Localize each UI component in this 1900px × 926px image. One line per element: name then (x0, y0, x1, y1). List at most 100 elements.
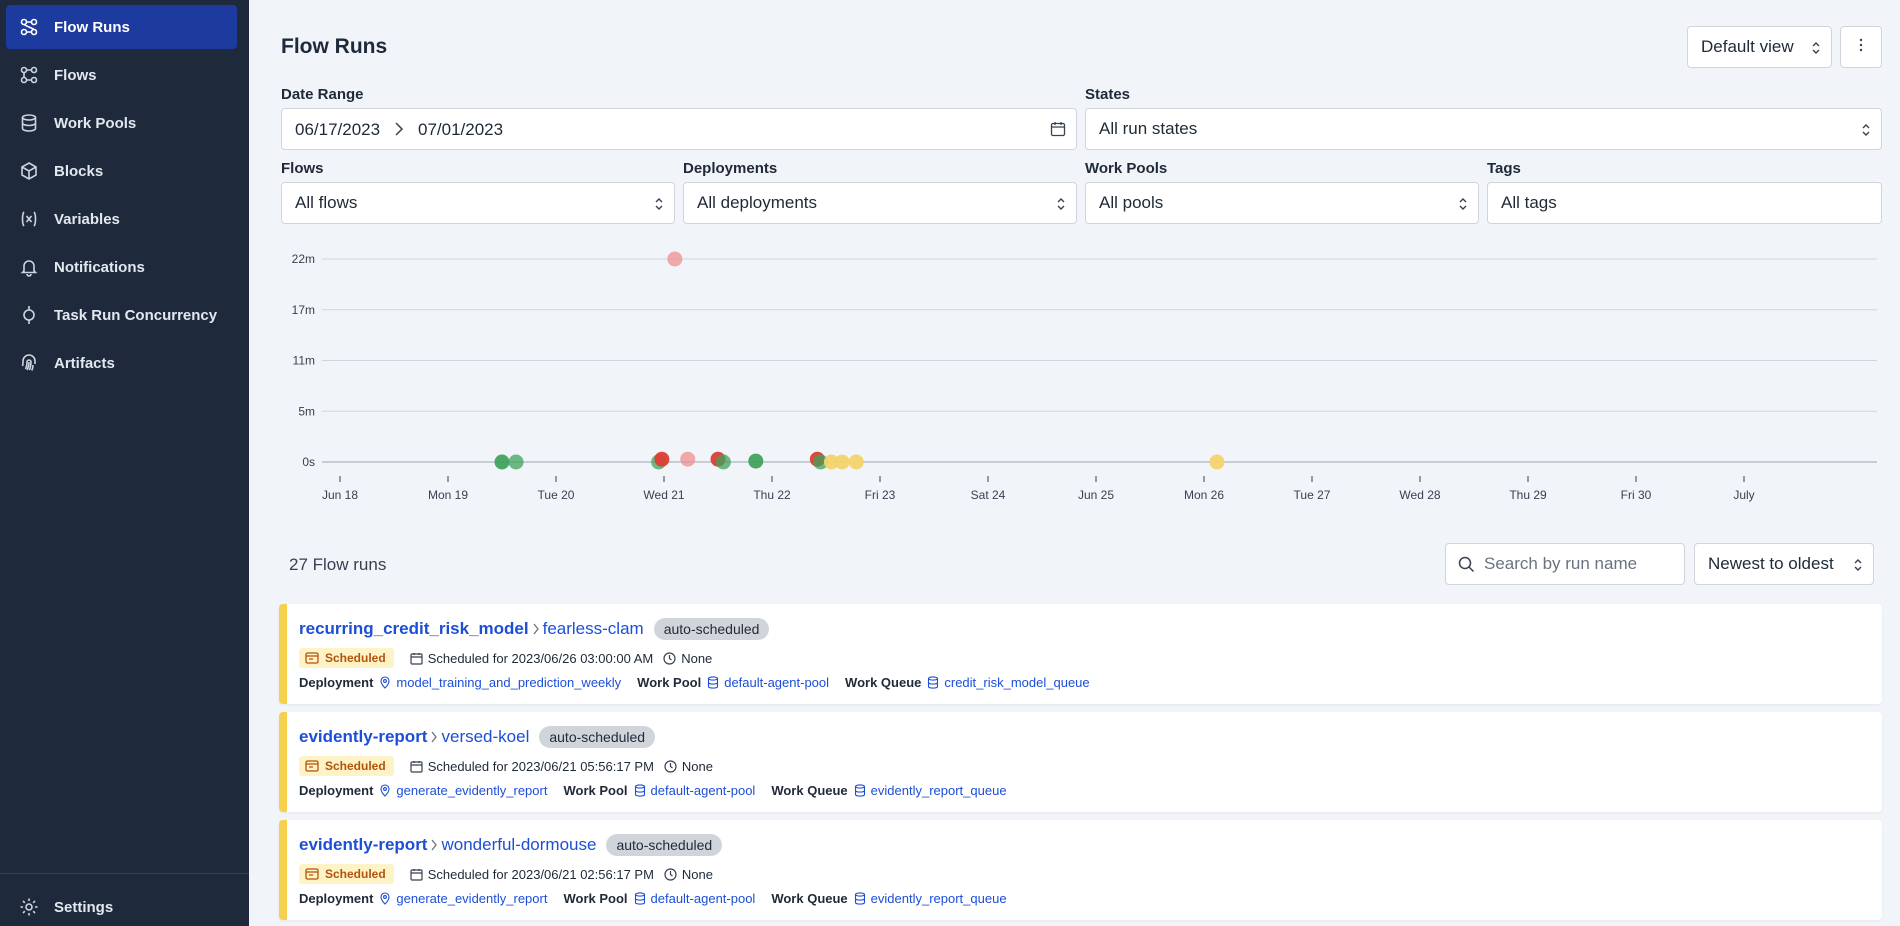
deployment-label: Deployment (299, 783, 374, 798)
date-range-picker[interactable]: 06/17/2023 07/01/2023 (281, 108, 1077, 150)
sidebar-item-settings[interactable]: Settings (6, 885, 237, 926)
sidebar-item-label: Notifications (54, 258, 145, 276)
database-icon (854, 784, 865, 797)
sidebar-divider (0, 873, 249, 874)
deployment-link[interactable]: model_training_and_prediction_weekly (379, 675, 621, 690)
chevron-right-icon (532, 622, 540, 636)
work-queue-link[interactable]: evidently_report_queue (854, 891, 1007, 906)
search-box[interactable] (1445, 543, 1685, 585)
deployments-select-value: All deployments (697, 193, 818, 212)
sidebar-item-task-run-concurrency[interactable]: Task Run Concurrency (6, 293, 237, 337)
tag-badge: auto-scheduled (606, 834, 723, 856)
deployment-name: model_training_and_prediction_weekly (396, 675, 622, 690)
sidebar-item-label: Task Run Concurrency (54, 306, 218, 324)
scheduled-icon (305, 760, 319, 772)
work-pool-name: default-agent-pool (650, 891, 756, 906)
more-options-button[interactable] (1840, 26, 1882, 68)
run-dot-failed (667, 251, 683, 267)
deployment-link[interactable]: generate_evidently_report (379, 891, 547, 906)
x-tick-label: Wed 21 (643, 488, 684, 502)
clock-icon (663, 651, 676, 665)
work-queue-label: Work Queue (771, 891, 848, 906)
run-status-row: Scheduled Scheduled for 2023/06/21 05:56… (299, 756, 713, 776)
work-queue-link[interactable]: credit_risk_model_queue (927, 675, 1090, 690)
x-tick-label: Fri 23 (865, 488, 896, 502)
work-pool-label: Work Pool (637, 675, 702, 690)
database-icon (634, 784, 645, 797)
flow-run-card[interactable]: evidently-report versed-koel auto-schedu… (279, 712, 1882, 812)
scheduled-icon (305, 868, 319, 880)
run-dot-scheduled (834, 454, 850, 470)
state-label: Scheduled (325, 867, 386, 881)
run-title: recurring_credit_risk_model fearless-cla… (299, 618, 770, 640)
x-tick-label: Thu 22 (753, 488, 791, 502)
run-dot-failed (654, 451, 670, 467)
run-name-link[interactable]: versed-koel (441, 727, 529, 747)
date-end: 07/01/2023 (418, 120, 504, 139)
run-dot-completed (748, 453, 764, 469)
work-pool-link[interactable]: default-agent-pool (634, 891, 756, 906)
x-tick-label: July (1733, 488, 1754, 502)
work-queue-name: credit_risk_model_queue (944, 675, 1090, 690)
flows-select[interactable]: All flows (281, 182, 675, 224)
work-queue-name: evidently_report_queue (870, 891, 1007, 906)
deployments-label: Deployments (683, 160, 778, 177)
sidebar-item-flows[interactable]: Flows (6, 53, 237, 97)
duration: None (664, 759, 713, 774)
scheduled-time-text: Scheduled for 2023/06/26 03:00:00 AM (427, 650, 654, 666)
chevron-up-down-icon (1811, 40, 1821, 54)
work-queue-label: Work Queue (771, 783, 848, 798)
x-tick-label: Wed 28 (1399, 488, 1440, 502)
state-badge: Scheduled (299, 864, 394, 884)
flow-run-card[interactable]: evidently-report wonderful-dormouse auto… (279, 820, 1882, 920)
work-pool-label: Work Pool (563, 891, 628, 906)
sidebar-item-flow-runs[interactable]: Flow Runs (6, 5, 237, 49)
states-label: States (1085, 86, 1131, 103)
sidebar-item-blocks[interactable]: Blocks (6, 149, 237, 193)
work-pools-label: Work Pools (1085, 160, 1168, 177)
run-name-link[interactable]: fearless-clam (543, 619, 644, 639)
states-select[interactable]: All run states (1085, 108, 1882, 150)
cube-icon (18, 160, 40, 182)
work-pools-select[interactable]: All pools (1085, 182, 1479, 224)
work-pool-name: default-agent-pool (724, 675, 830, 690)
run-dot-scheduled (1209, 454, 1225, 470)
work-pool-link[interactable]: default-agent-pool (707, 675, 829, 690)
states-select-value: All run states (1099, 119, 1198, 138)
flow-name-link[interactable]: evidently-report (299, 835, 427, 855)
sidebar-item-work-pools[interactable]: Work Pools (6, 101, 237, 145)
sidebar-item-variables[interactable]: Variables (6, 197, 237, 241)
duration-text: None (681, 758, 713, 774)
flow-name-link[interactable]: evidently-report (299, 727, 427, 747)
sort-select[interactable]: Newest to oldest (1694, 543, 1874, 585)
run-status-row: Scheduled Scheduled for 2023/06/21 02:56… (299, 864, 713, 884)
sidebar-item-label: Variables (54, 210, 120, 228)
x-tick-label: Jun 25 (1078, 488, 1114, 502)
calendar-icon (1050, 121, 1066, 142)
run-name-link[interactable]: wonderful-dormouse (441, 835, 596, 855)
flow-name-link[interactable]: recurring_credit_risk_model (299, 619, 529, 639)
sidebar-item-notifications[interactable]: Notifications (6, 245, 237, 289)
deployments-select[interactable]: All deployments (683, 182, 1077, 224)
gear-icon (18, 896, 40, 918)
y-tick-label: 22m (292, 252, 315, 266)
x-tick-label: Sat 24 (971, 488, 1006, 502)
deployment-link[interactable]: generate_evidently_report (379, 783, 547, 798)
chevron-up-down-icon (1853, 557, 1863, 571)
work-queue-link[interactable]: evidently_report_queue (854, 783, 1007, 798)
y-tick-label: 17m (292, 303, 315, 317)
sidebar-item-label: Settings (54, 898, 114, 916)
sidebar-item-artifacts[interactable]: Artifacts (6, 341, 237, 385)
y-tick-label: 11m (293, 354, 315, 368)
flow-run-card[interactable]: recurring_credit_risk_model fearless-cla… (279, 604, 1882, 704)
concurrency-icon (18, 304, 40, 326)
search-input[interactable] (1484, 544, 1679, 584)
state-label: Scheduled (325, 759, 386, 773)
database-icon (928, 676, 939, 689)
duration-text: None (681, 866, 713, 882)
work-pool-link[interactable]: default-agent-pool (634, 783, 755, 798)
tags-input[interactable]: All tags (1487, 182, 1882, 224)
view-select[interactable]: Default view (1687, 26, 1832, 68)
flow-runs-count: 27 Flow runs (289, 555, 387, 574)
chevron-right-icon (430, 838, 438, 852)
